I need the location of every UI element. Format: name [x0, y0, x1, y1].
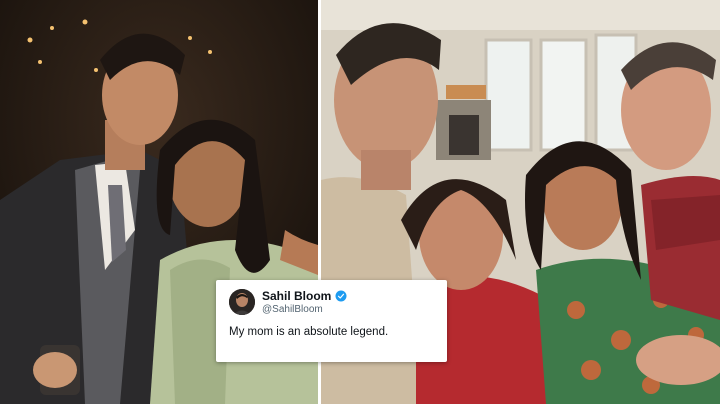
- user-handle[interactable]: @SahilBloom: [262, 304, 323, 315]
- profile-avatar[interactable]: [229, 289, 255, 315]
- profile-photo-icon: [229, 289, 255, 315]
- tweet-card[interactable]: Sahil Bloom @SahilBloom My mom is an abs…: [216, 280, 447, 362]
- display-name[interactable]: Sahil Bloom: [262, 289, 331, 303]
- verified-badge-icon: [335, 290, 347, 302]
- tweet-text: My mom is an absolute legend.: [229, 326, 389, 338]
